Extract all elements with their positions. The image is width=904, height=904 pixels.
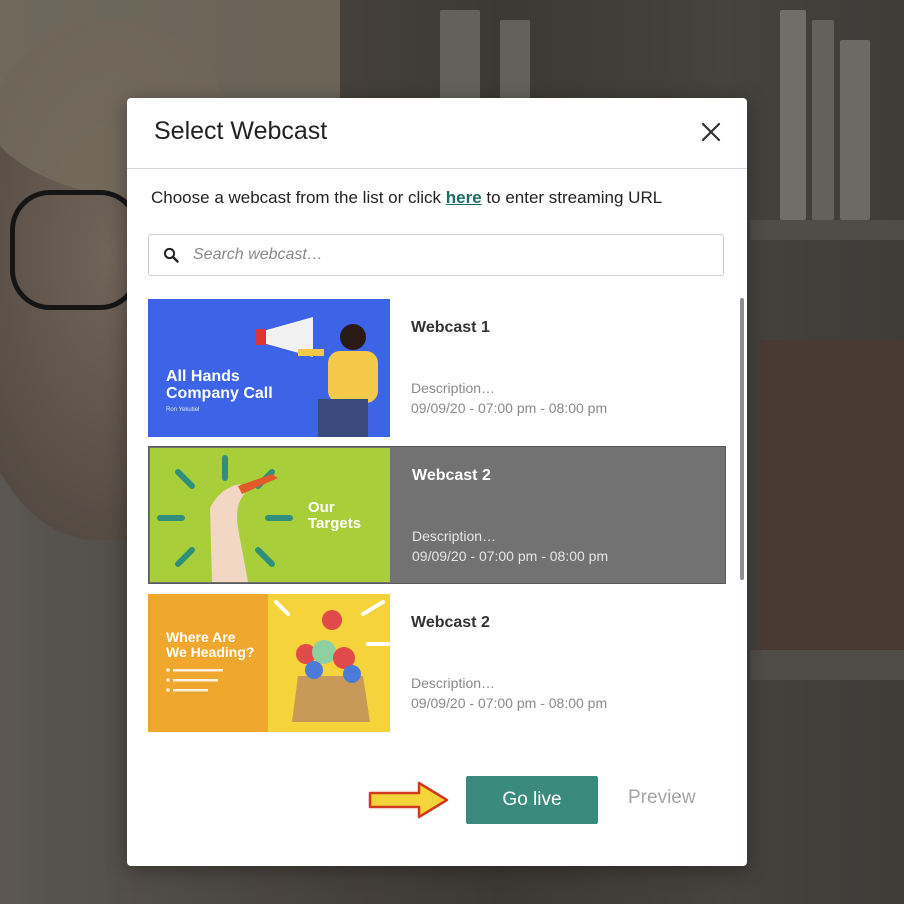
webcast-list-item[interactable]: All Hands Company Call Ron Yekutiel Webc…: [148, 299, 726, 437]
webcast-thumbnail: All Hands Company Call Ron Yekutiel: [148, 299, 390, 437]
webcast-thumbnail: Our Targets: [150, 448, 390, 582]
list-scrollbar[interactable]: [740, 298, 744, 580]
webcast-list-item-selected[interactable]: Our Targets Webcast 2 Description… 09/09…: [148, 446, 726, 584]
webcast-time: 09/09/20 - 07:00 pm - 08:00 pm: [411, 695, 608, 711]
webcast-time: 09/09/20 - 07:00 pm - 08:00 pm: [411, 400, 608, 416]
webcast-name: Webcast 2: [411, 614, 490, 631]
search-box: [148, 234, 724, 276]
arrow-right-icon: [368, 781, 449, 819]
enter-url-link[interactable]: here: [446, 188, 482, 207]
webcast-list: All Hands Company Call Ron Yekutiel Webc…: [148, 299, 726, 739]
go-live-button[interactable]: Go live: [466, 776, 598, 824]
thumbnail-subtitle: Ron Yekutiel: [166, 407, 200, 413]
search-icon: [163, 247, 179, 263]
thumbnail-illustration: [166, 594, 390, 732]
close-button[interactable]: [699, 120, 723, 144]
instruction-suffix: to enter streaming URL: [481, 188, 663, 207]
webcast-thumbnail: Where Are We Heading?: [148, 594, 390, 732]
dialog-title: Select Webcast: [154, 117, 328, 145]
dialog-header: Select Webcast: [127, 98, 747, 169]
close-icon: [701, 122, 721, 142]
instruction-text: Choose a webcast from the list or click …: [151, 188, 662, 208]
thumbnail-title: Our Targets: [308, 499, 362, 532]
webcast-name: Webcast 1: [411, 319, 490, 336]
instruction-prefix: Choose a webcast from the list or click: [151, 188, 446, 207]
webcast-description: Description…: [411, 380, 496, 396]
preview-button[interactable]: Preview: [628, 787, 696, 809]
webcast-time: 09/09/20 - 07:00 pm - 08:00 pm: [412, 548, 609, 564]
webcast-list-item[interactable]: Where Are We Heading? Webcast 2 Descript…: [148, 594, 726, 732]
thumbnail-title: All Hands Company Call: [166, 368, 273, 402]
thumbnail-title: Where Are We Heading?: [166, 629, 255, 660]
select-webcast-dialog: Select Webcast Choose a webcast from the…: [127, 98, 747, 866]
webcast-description: Description…: [412, 528, 497, 544]
search-input[interactable]: [191, 245, 695, 265]
webcast-description: Description…: [411, 675, 496, 691]
webcast-name: Webcast 2: [412, 467, 491, 484]
